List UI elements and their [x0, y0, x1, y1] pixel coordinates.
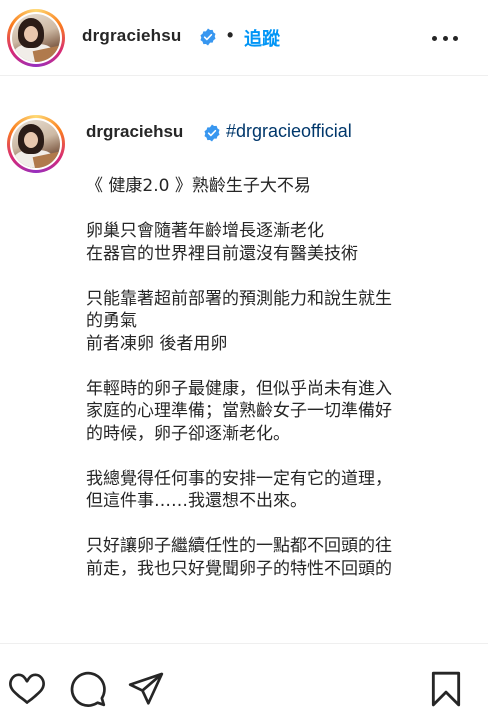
comment-bubble-icon[interactable]	[69, 670, 107, 708]
caption-line: 只好讓卵子繼續任性的一點都不回頭的往	[86, 536, 392, 556]
caption-line: 只能靠著超前部署的預測能力和說生就生	[86, 288, 392, 309]
caption-section: drgraciehsu #drgracieofficial 《 健康2.0 》熟…	[0, 77, 488, 643]
caption-line	[86, 355, 476, 378]
caption-text: 《 健康2.0 》熟齡生子大不易 卵巢只會隨著年齡增長逐漸老化 在器官的世界裡目…	[86, 175, 476, 580]
post-header: drgraciehsu • 追蹤	[0, 0, 488, 76]
avatar-photo	[12, 14, 60, 62]
caption-line: 的時候，卵子卻逐漸老化。	[86, 423, 290, 444]
caption-hashtag-link[interactable]: #drgracieofficial	[226, 121, 352, 142]
caption-line: 前走，我也只好覺聞卵子的特性不回頭的	[86, 558, 392, 579]
caption-line: 在器官的世界裡目前還沒有醫美技術	[86, 243, 358, 264]
caption-line: 《 健康2.0 》熟齡生子大不易	[86, 176, 311, 196]
post-actions-bar	[0, 643, 488, 716]
header-username[interactable]: drgraciehsu	[82, 26, 182, 46]
caption-line: 家庭的心理準備；當熟齡女子一切準備好	[86, 401, 392, 421]
caption-line: 卵巢只會隨著年齡增長逐漸老化	[86, 221, 324, 241]
caption-line: 我總覺得任何事的安排一定有它的道理，	[86, 468, 392, 489]
caption-line: 但這件事……我還想不出來。	[86, 491, 307, 511]
caption-line: 年輕時的卵子最健康，但似乎尚未有進入	[86, 378, 392, 399]
verified-badge-icon	[203, 124, 221, 142]
avatar-photo	[12, 120, 60, 168]
header-avatar[interactable]	[7, 9, 65, 67]
follow-button[interactable]: 追蹤	[244, 25, 280, 51]
separator-dot: •	[227, 25, 234, 45]
caption-username[interactable]: drgraciehsu	[86, 122, 183, 142]
paper-plane-icon[interactable]	[127, 670, 165, 708]
caption-avatar[interactable]	[7, 115, 65, 173]
more-options-icon[interactable]	[432, 26, 458, 50]
caption-line: 的勇氣	[86, 311, 137, 331]
bookmark-icon[interactable]	[427, 670, 465, 708]
caption-line	[86, 265, 476, 288]
verified-badge-icon	[199, 28, 217, 46]
heart-icon[interactable]	[8, 670, 46, 708]
caption-line	[86, 513, 476, 536]
caption-line: 前者凍卵 後者用卵	[86, 333, 228, 354]
caption-line	[86, 445, 476, 468]
caption-line	[86, 198, 476, 221]
